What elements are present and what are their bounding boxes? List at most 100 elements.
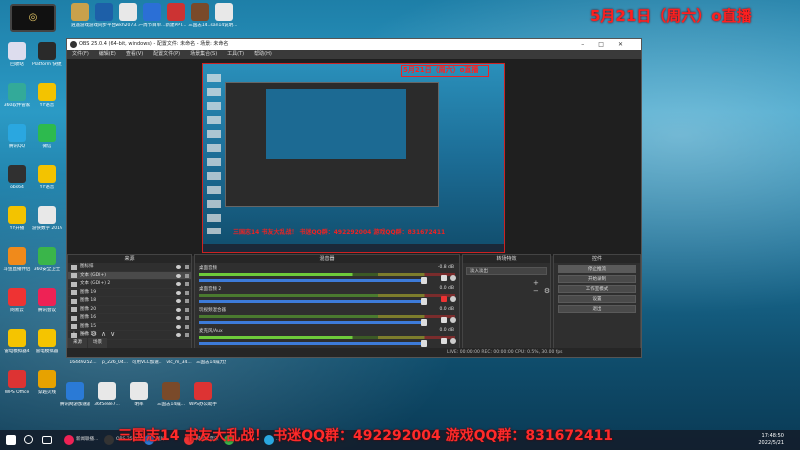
desktop-icon-label: p_226_04... [102, 360, 128, 365]
obs-window[interactable]: OBS 25.0.4 (64-bit, windows) - 配置文件: 未命名… [66, 38, 642, 358]
control-button[interactable]: 开始录制 [558, 275, 636, 283]
muted-speaker-icon[interactable] [441, 296, 447, 302]
desktop-icon[interactable]: san14说明... [209, 3, 239, 37]
menu-item[interactable]: 工具(T) [227, 51, 244, 57]
desktop-icon[interactable]: 游侠数字 2019121... [32, 206, 62, 240]
desktop-icon[interactable]: 网易云 [2, 288, 32, 322]
desktop-icon[interactable]: YY语音 [32, 165, 62, 199]
gear-icon[interactable] [450, 275, 456, 281]
gear-icon[interactable] [450, 296, 456, 302]
menu-item[interactable]: 编辑(E) [99, 51, 116, 57]
task-view-icon[interactable] [42, 436, 52, 444]
lock-icon[interactable] [185, 282, 189, 286]
volume-slider[interactable] [199, 319, 428, 326]
speaker-icon[interactable] [441, 317, 447, 323]
eye-icon[interactable] [176, 299, 181, 303]
mixer-channel-name: 桌面音频 [199, 266, 217, 271]
desktop-icon[interactable]: obs64 [2, 165, 32, 199]
taskbar-app[interactable]: 新闻联播... [62, 432, 98, 448]
menu-item[interactable]: 场景集合(S) [190, 51, 217, 57]
volume-slider[interactable] [199, 277, 428, 284]
desktop-icon[interactable]: WPS办公助手 [188, 382, 218, 416]
lock-icon[interactable] [185, 316, 189, 320]
desktop-icon-label: 腾讯网游加速器 [60, 402, 90, 407]
gear-icon[interactable] [450, 317, 456, 323]
obs-titlebar[interactable]: OBS 25.0.4 (64-bit, windows) - 配置文件: 未命名… [67, 39, 641, 50]
eye-icon[interactable] [176, 316, 181, 320]
eye-icon[interactable] [176, 282, 181, 286]
desktop-icon[interactable]: 腾讯会议 [32, 288, 62, 322]
volume-slider[interactable] [199, 340, 428, 347]
desktop-icon[interactable]: 腾讯网游加速器 [60, 382, 90, 416]
desktop-icon[interactable]: 360安全卫士 [32, 247, 62, 281]
desktop-icon[interactable]: Platform 快捷方式 [32, 42, 62, 76]
eye-icon[interactable] [176, 273, 181, 278]
desktop-icon-image [38, 288, 56, 306]
lock-icon[interactable] [185, 324, 189, 329]
source-tab[interactable]: 场景 [88, 338, 107, 348]
control-button[interactable]: 停止推流 [558, 265, 636, 273]
sources-toolbar[interactable]: +−⚙∧∨ [71, 330, 119, 338]
eye-icon[interactable] [176, 265, 181, 269]
lock-icon[interactable] [185, 273, 189, 278]
obs-preview[interactable]: 5月21日（周六）o直播 三国志14 书友大乱战！ 书迷QQ群：49229200… [67, 59, 641, 256]
menu-item[interactable]: 查看(V) [126, 51, 143, 57]
desktop-icon[interactable]: 腾讯QQ [2, 124, 32, 158]
desktop-icon-image [191, 3, 209, 21]
eye-icon[interactable] [176, 307, 181, 312]
source-row[interactable]: 图标排 [68, 263, 191, 272]
menu-item[interactable]: 帮助(H) [254, 51, 272, 57]
lock-icon[interactable] [185, 265, 189, 269]
eye-icon[interactable] [176, 324, 181, 329]
transition-select[interactable]: 淡入淡出 [466, 267, 547, 275]
desktop-icon[interactable]: 斗鱼直播伴侣 [2, 247, 32, 281]
desktop-icon[interactable]: YY语音 [32, 83, 62, 117]
control-button[interactable]: 退出 [558, 305, 636, 313]
source-tabs[interactable]: 来源 场景 [68, 338, 191, 348]
search-icon[interactable] [24, 435, 33, 444]
desktop-icon[interactable]: WPS Office [2, 370, 32, 404]
desktop-icon[interactable]: 36f5e8e7... [92, 382, 122, 416]
desktop-icon-label: 游侠数字 2019121... [32, 226, 62, 231]
eye-icon[interactable] [176, 290, 181, 295]
desktop-icon[interactable]: YY开播 [2, 206, 32, 240]
speaker-icon[interactable] [441, 275, 447, 281]
eye-icon[interactable] [176, 333, 181, 337]
source-row[interactable]: 图像 20 [68, 306, 191, 314]
gear-icon[interactable] [450, 338, 456, 344]
source-row[interactable]: 图像 16 [68, 314, 191, 323]
source-row[interactable]: 图像 18 [68, 297, 191, 306]
desktop-icon[interactable]: 三国志14威... [156, 382, 186, 416]
source-row[interactable]: 文本 (GDI+) [68, 271, 191, 280]
preview-canvas[interactable]: 5月21日（周六）o直播 三国志14 书友大乱战！ 书迷QQ群：49229200… [202, 63, 505, 253]
window-controls[interactable]: –□✕ [581, 39, 637, 50]
lock-icon[interactable] [185, 290, 189, 295]
desktop-icon[interactable]: 360软件管家 [2, 83, 32, 117]
menu-item[interactable]: 文件(F) [72, 51, 89, 57]
control-button[interactable]: 设置 [558, 295, 636, 303]
menu-item[interactable]: 配置文件(P) [153, 51, 180, 57]
lock-icon[interactable] [185, 307, 189, 312]
desktop-icon[interactable]: 穿越火线 [32, 370, 62, 404]
volume-slider[interactable] [199, 298, 428, 305]
transition-toolbar[interactable]: +−⚙ [533, 279, 550, 295]
speaker-icon[interactable] [441, 338, 447, 344]
source-row[interactable]: 文本 (GDI+) 2 [68, 280, 191, 289]
desktop-icon[interactable]: 回收站 [2, 42, 32, 76]
lock-icon[interactable] [185, 333, 189, 337]
sources-list[interactable]: 图标排 文本 (GDI+) 文本 (GDI+) 2 图像 19 图像 18 图像 20 图像… [68, 263, 191, 340]
desktop-icon-label: 16449252... [69, 360, 97, 365]
control-button[interactable]: 工作室模式 [558, 285, 636, 293]
source-type-icon [71, 315, 77, 321]
lock-icon[interactable] [185, 299, 189, 303]
desktop-icon[interactable]: 雷电模拟器 [32, 329, 62, 363]
start-icon[interactable] [6, 435, 16, 445]
taskbar-clock[interactable]: 17:48:50 2022/5/21 [758, 433, 784, 447]
desktop-icon[interactable]: 明率 [124, 382, 154, 416]
desktop-icon-label: 三国志14威... [156, 402, 186, 407]
source-row[interactable]: 图像 19 [68, 289, 191, 297]
mixer-channels: 桌面音频 -0.8 dB 桌面音频 2 0.0 dB 玩视频混合器 0.0 dB 麦克风/A… [195, 263, 459, 347]
desktop-icon[interactable]: 微信 [32, 124, 62, 158]
source-tab[interactable]: 来源 [68, 338, 87, 348]
desktop-icon[interactable]: 雷电模拟器4 [2, 329, 32, 363]
